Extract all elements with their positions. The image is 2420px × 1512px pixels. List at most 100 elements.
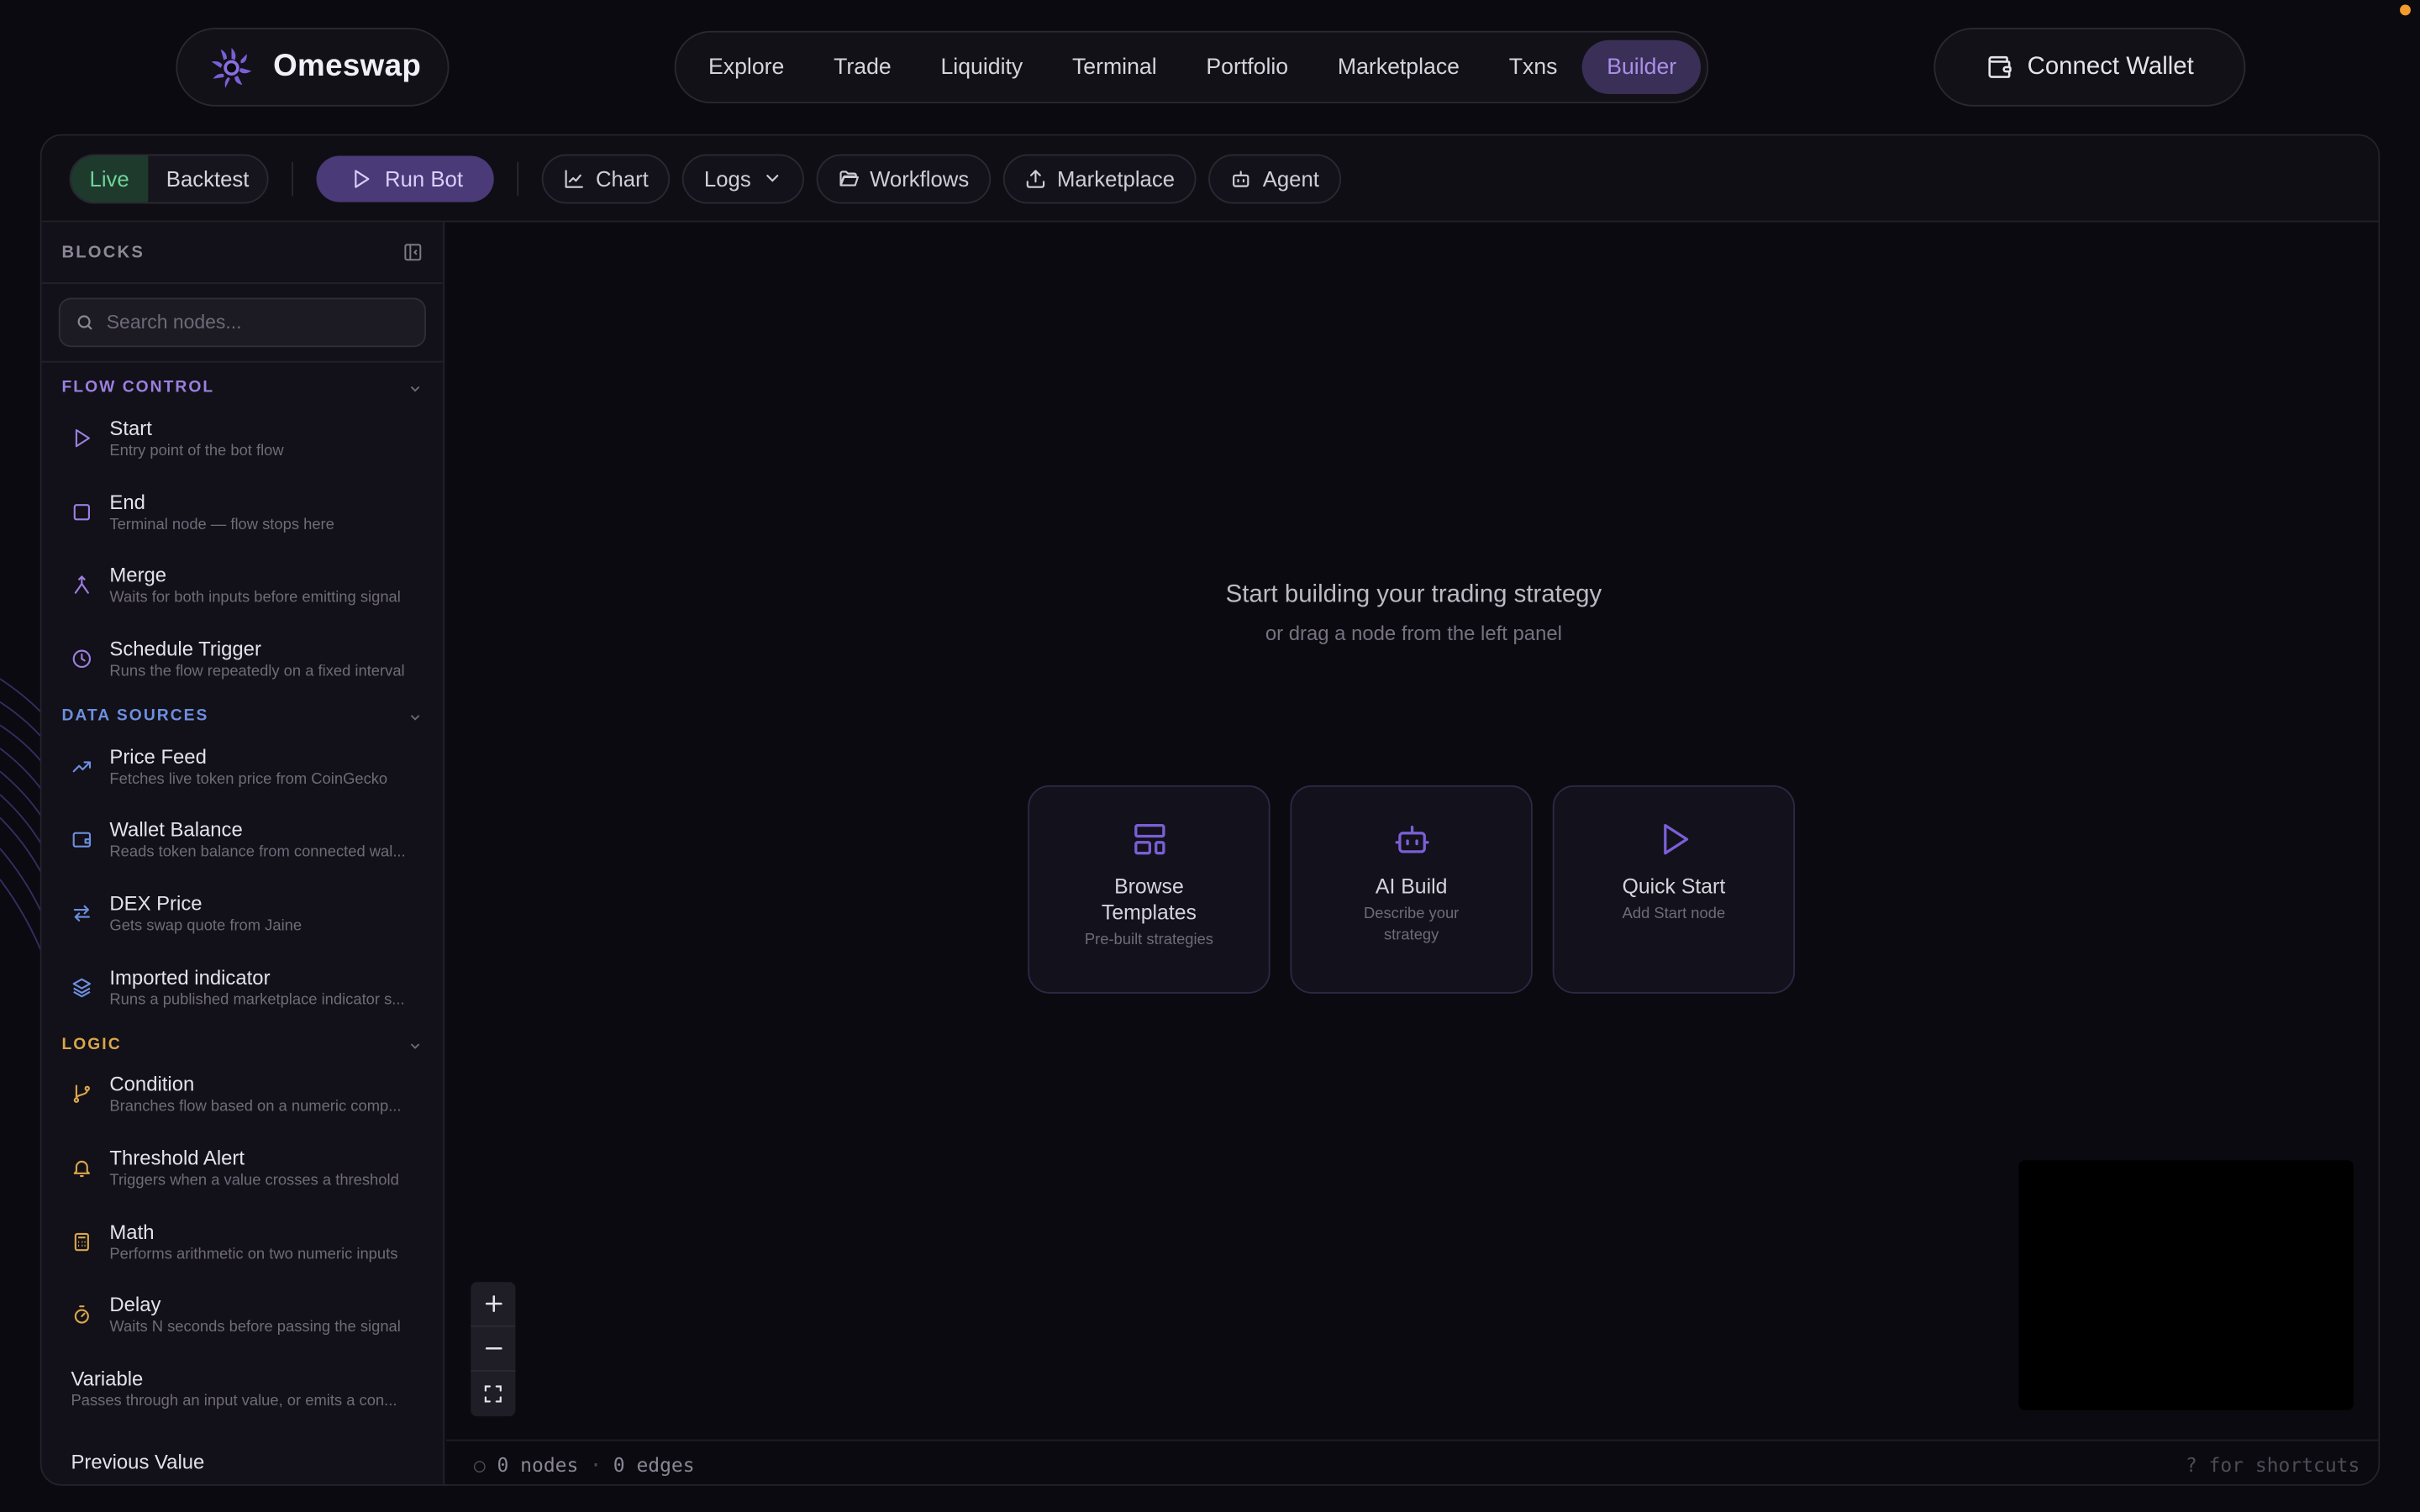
minimap[interactable] xyxy=(2018,1160,2354,1410)
fit-view-icon xyxy=(484,1385,502,1403)
section-label-logic: LOGIC xyxy=(61,1034,122,1053)
mode-toggle: Live Backtest xyxy=(69,153,270,203)
nav-item-txns[interactable]: Txns xyxy=(1484,40,1581,94)
block-imported-indicator[interactable]: Imported indicator Runs a published marke… xyxy=(42,950,444,1024)
block-end[interactable]: End Terminal node — flow stops here xyxy=(42,475,444,549)
brand-logo-button[interactable]: Omeswap xyxy=(176,28,450,107)
play-icon xyxy=(1663,823,1688,855)
agent-label: Agent xyxy=(1262,165,1319,191)
block-condition[interactable]: Condition Branches flow based on a numeri… xyxy=(42,1058,444,1131)
section-label-data-sources: DATA SOURCES xyxy=(61,706,209,725)
nav-item-builder[interactable]: Builder xyxy=(1581,39,1702,95)
nav-item-liquidity[interactable]: Liquidity xyxy=(916,40,1047,94)
square-icon xyxy=(70,499,94,523)
timer-icon xyxy=(70,1303,94,1327)
block-wallet-balance[interactable]: Wallet Balance Reads token balance from c… xyxy=(42,803,444,877)
card-title: AI Build xyxy=(1375,874,1448,898)
toolbar-divider xyxy=(517,160,519,196)
search-input[interactable] xyxy=(106,312,416,333)
card-desc: Describe your strategy xyxy=(1363,906,1460,945)
block-previous-value[interactable]: Previous Value xyxy=(42,1425,444,1484)
chevron-down-icon xyxy=(410,386,420,392)
zoom-in-button[interactable] xyxy=(471,1282,516,1327)
block-desc: Performs arithmetic on two numeric input… xyxy=(109,1246,398,1263)
card-desc: Add Start node xyxy=(1622,906,1726,923)
block-delay[interactable]: Delay Waits N seconds before passing the … xyxy=(42,1278,444,1352)
connect-wallet-button[interactable]: Connect Wallet xyxy=(1933,28,2246,107)
nav-item-explore[interactable]: Explore xyxy=(684,40,809,94)
notification-dot xyxy=(2400,4,2411,16)
search-icon xyxy=(77,315,92,330)
quick-start-card[interactable]: Quick Start Add Start node xyxy=(1552,785,1796,994)
fit-view-button[interactable] xyxy=(471,1372,515,1416)
block-merge[interactable]: Merge Waits for both inputs before emitti… xyxy=(42,549,444,622)
calculator-icon xyxy=(70,1229,94,1253)
marketplace-label: Marketplace xyxy=(1056,165,1176,191)
swap-arrows-icon xyxy=(70,901,94,926)
mode-live-button[interactable]: Live xyxy=(71,155,148,202)
block-title: Imported indicator xyxy=(109,965,271,989)
block-title: Start xyxy=(109,416,152,440)
flow-canvas[interactable]: Start building your trading strategy or … xyxy=(445,222,2379,1484)
ai-build-card[interactable]: AI Build Describe your strategy xyxy=(1290,785,1533,994)
canvas-status-bar: ○ 0 nodes · 0 edges ? for shortcuts xyxy=(445,1439,2379,1484)
collapse-sidebar-icon[interactable] xyxy=(402,242,423,262)
block-schedule-trigger[interactable]: Schedule Trigger Runs the flow repeatedly… xyxy=(42,622,444,696)
section-header-logic[interactable]: LOGIC xyxy=(42,1024,444,1058)
block-title: Condition xyxy=(109,1073,195,1096)
block-threshold-alert[interactable]: Threshold Alert Triggers when a value cro… xyxy=(42,1131,444,1205)
block-desc: Waits N seconds before passing the signa… xyxy=(109,1320,401,1337)
section-header-flow-control[interactable]: FLOW CONTROL xyxy=(42,363,444,402)
chart-button[interactable]: Chart xyxy=(541,153,671,203)
logs-dropdown-button[interactable]: Logs xyxy=(682,153,804,203)
card-title: Quick Start xyxy=(1622,874,1726,898)
nav-item-portfolio[interactable]: Portfolio xyxy=(1181,40,1313,94)
block-title: Schedule Trigger xyxy=(109,637,261,660)
folder-open-icon xyxy=(839,170,859,186)
builder-toolbar: Live Backtest Run Bot Chart Logs Workflo… xyxy=(41,135,2379,223)
mode-backtest-button[interactable]: Backtest xyxy=(148,155,268,202)
clock-icon xyxy=(70,646,94,670)
logs-label: Logs xyxy=(703,165,751,191)
merge-icon xyxy=(70,573,94,597)
workflows-button[interactable]: Workflows xyxy=(815,153,991,203)
block-desc: Fetches live token price from CoinGecko xyxy=(109,770,388,788)
browse-templates-card[interactable]: Browse Templates Pre-built strategies xyxy=(1028,785,1270,994)
block-title: Delay xyxy=(109,1293,161,1317)
section-header-data-sources[interactable]: DATA SOURCES xyxy=(42,696,444,729)
block-title: Previous Value xyxy=(71,1451,205,1474)
block-math[interactable]: Math Performs arithmetic on two numeric i… xyxy=(42,1205,444,1278)
marketplace-upload-button[interactable]: Marketplace xyxy=(1002,153,1197,203)
block-price-feed[interactable]: Price Feed Fetches live token price from … xyxy=(42,729,444,803)
block-variable[interactable]: Variable Passes through an input value, o… xyxy=(42,1352,444,1425)
search-box xyxy=(58,297,426,348)
toolbar-divider xyxy=(292,160,294,196)
block-start[interactable]: Start Entry point of the bot flow xyxy=(42,402,444,475)
wallet-icon xyxy=(1987,55,2011,78)
run-bot-button[interactable]: Run Bot xyxy=(317,155,494,202)
bot-icon xyxy=(1233,170,1249,186)
line-chart-icon xyxy=(565,169,583,187)
block-desc: Branches flow based on a numeric comp... xyxy=(109,1099,402,1116)
graph-counts: ○ 0 nodes · 0 edges xyxy=(474,1452,695,1476)
nav-item-terminal[interactable]: Terminal xyxy=(1048,40,1181,94)
zoom-controls xyxy=(471,1282,516,1417)
agent-button[interactable]: Agent xyxy=(1208,153,1341,203)
block-desc: Gets swap quote from Jaine xyxy=(109,917,302,935)
nav-item-marketplace[interactable]: Marketplace xyxy=(1313,40,1485,94)
zoom-out-button[interactable] xyxy=(471,1327,516,1372)
edge-count: 0 edges xyxy=(613,1452,695,1476)
block-title: Math xyxy=(109,1220,155,1243)
block-title: Variable xyxy=(71,1367,144,1391)
connect-wallet-label: Connect Wallet xyxy=(2027,53,2194,80)
block-desc: Entry point of the bot flow xyxy=(109,442,284,460)
block-desc: Terminal node — flow stops here xyxy=(109,516,334,533)
omeswap-logo-icon xyxy=(211,47,252,87)
minus-icon xyxy=(484,1347,502,1350)
block-dex-price[interactable]: DEX Price Gets swap quote from Jaine xyxy=(42,876,444,950)
nav-item-trade[interactable]: Trade xyxy=(809,40,916,94)
shortcut-hint[interactable]: ? for shortcuts xyxy=(2186,1452,2360,1476)
chevron-down-icon xyxy=(410,1042,420,1048)
block-title: Price Feed xyxy=(109,744,207,768)
workflows-label: Workflows xyxy=(870,165,970,191)
